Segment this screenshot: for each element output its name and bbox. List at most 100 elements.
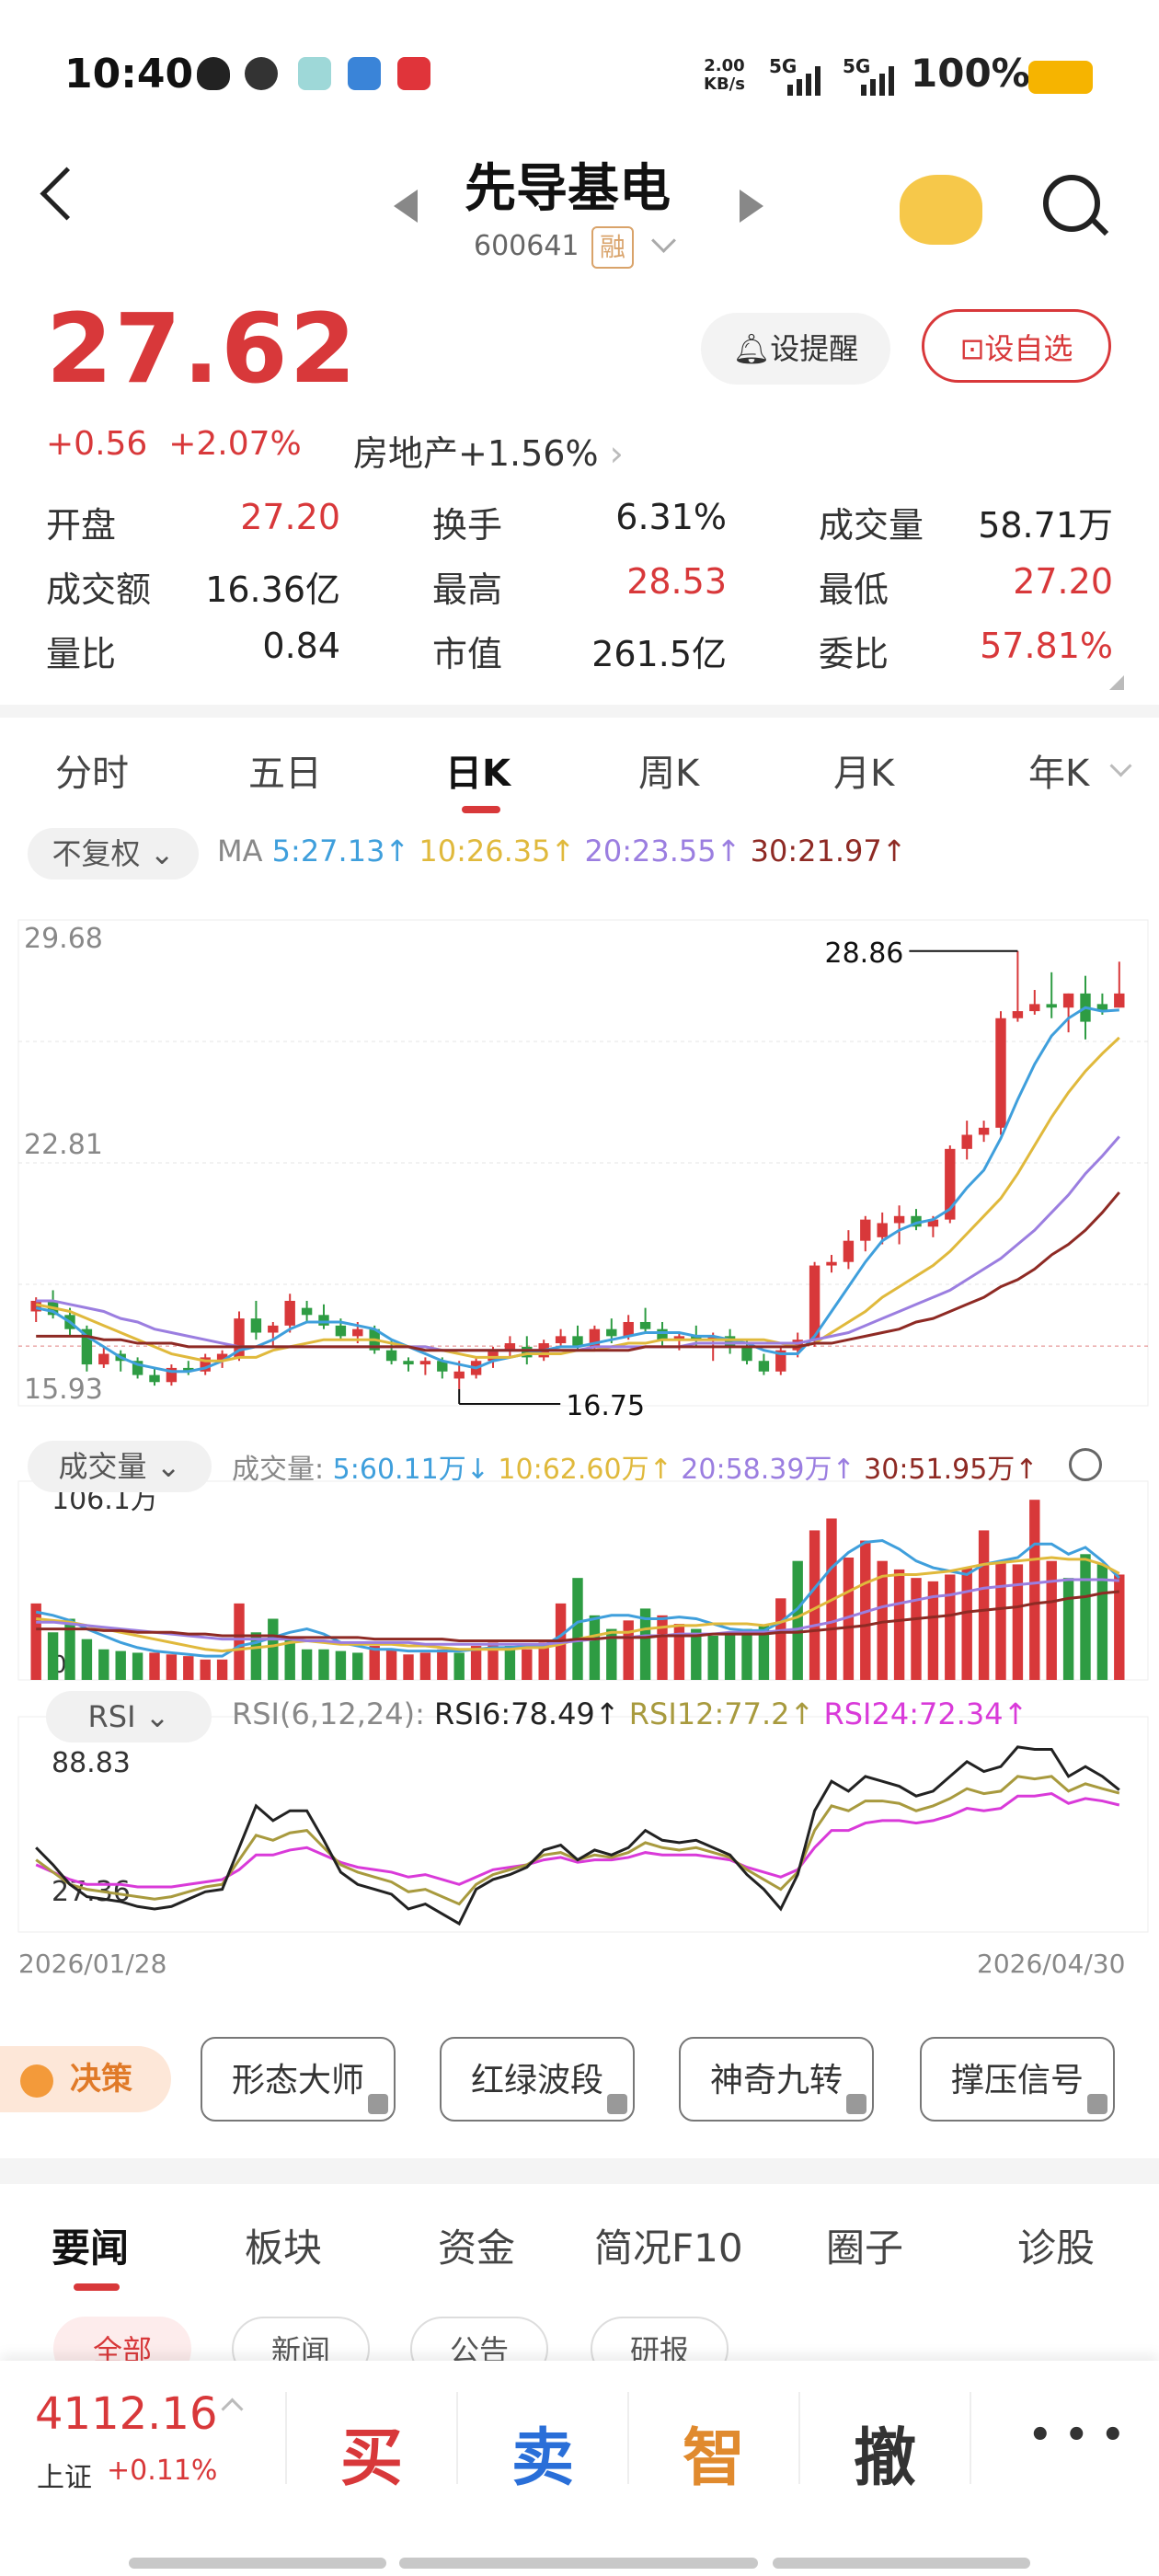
candle-body bbox=[318, 1315, 329, 1326]
volume-bar bbox=[809, 1530, 820, 1680]
volume-bar bbox=[522, 1649, 533, 1680]
vol-ma5: 5:60.11万↓ bbox=[332, 1454, 489, 1486]
news-tab[interactable]: 资金 bbox=[438, 2217, 515, 2273]
divider bbox=[627, 2392, 629, 2484]
news-tab[interactable]: 诊股 bbox=[1017, 2217, 1095, 2273]
volume-bar bbox=[234, 1603, 245, 1680]
more-button[interactable]: • • • bbox=[1028, 2414, 1125, 2456]
set-alert-button[interactable]: 🔔︎设提醒 bbox=[701, 313, 890, 385]
ma5-line bbox=[35, 1006, 1119, 1374]
period-tab[interactable]: 年K bbox=[1028, 743, 1089, 797]
sector-link[interactable]: 房地产+1.56% › bbox=[353, 425, 624, 476]
stat-value: 27.20 bbox=[240, 497, 340, 537]
volume-bar bbox=[1062, 1578, 1074, 1680]
volume-bar bbox=[707, 1635, 718, 1680]
volume-bar bbox=[216, 1659, 228, 1680]
rsi-selector[interactable]: RSI ⌄ bbox=[46, 1691, 212, 1742]
lock-icon bbox=[1087, 2094, 1107, 2114]
add-watchlist-button[interactable]: ⊡设自选 bbox=[922, 309, 1111, 383]
active-news-tab-indicator bbox=[74, 2283, 120, 2291]
news-tab[interactable]: 板块 bbox=[245, 2217, 322, 2273]
volume-bar bbox=[657, 1615, 668, 1680]
chip-magic-nine[interactable]: 神奇九转 bbox=[679, 2037, 874, 2122]
volume-bar bbox=[741, 1628, 752, 1680]
back-arrow-icon[interactable] bbox=[40, 167, 94, 221]
chip-support-resistance[interactable]: 撑压信号 bbox=[920, 2037, 1115, 2122]
signal-icon-1 bbox=[787, 66, 820, 96]
rsi24-line bbox=[35, 1792, 1120, 1889]
candle-body bbox=[385, 1350, 397, 1362]
period-tab[interactable]: 日K bbox=[445, 743, 511, 797]
volume-selector-label: 成交量 bbox=[58, 1449, 147, 1484]
lock-icon bbox=[846, 2094, 866, 2114]
volume-selector[interactable]: 成交量 ⌄ bbox=[28, 1441, 212, 1492]
period-tab[interactable]: 周K bbox=[638, 743, 699, 797]
index-value[interactable]: 4112.16 bbox=[35, 2388, 218, 2440]
status-time: 10:40 bbox=[64, 51, 194, 98]
chevron-down-icon[interactable] bbox=[1109, 754, 1132, 777]
vol-ma20: 20:58.39万↑ bbox=[681, 1454, 855, 1486]
candle-body bbox=[403, 1361, 414, 1365]
watchlist-icon: ⊡ bbox=[959, 331, 985, 366]
candle-body bbox=[877, 1223, 888, 1237]
sell-button[interactable]: 卖 bbox=[511, 2407, 574, 2498]
stat-label: 成交量 bbox=[819, 505, 924, 546]
news-tab[interactable]: 简况F10 bbox=[594, 2217, 743, 2273]
red-app-icon bbox=[397, 57, 430, 90]
adjust-selector[interactable]: 不复权 ⌄ bbox=[28, 828, 199, 880]
low-price-label: 16.75 bbox=[566, 1390, 645, 1422]
stat-value: 261.5亿 bbox=[591, 634, 727, 674]
volume-bar bbox=[284, 1639, 295, 1680]
candle-body bbox=[284, 1300, 295, 1326]
period-tab[interactable]: 五日 bbox=[248, 743, 322, 797]
volume-bar bbox=[893, 1569, 905, 1680]
battery-icon bbox=[1028, 61, 1093, 94]
chip-label: 红绿波段 bbox=[470, 2062, 603, 2099]
volume-bar bbox=[453, 1652, 465, 1680]
search-icon[interactable] bbox=[1043, 175, 1100, 232]
mascot-icon[interactable] bbox=[900, 175, 982, 245]
candle-body bbox=[1029, 1004, 1040, 1012]
candle-body bbox=[453, 1371, 465, 1379]
volume-bar bbox=[1029, 1500, 1040, 1680]
candle-body bbox=[639, 1321, 651, 1329]
sector-label: 房地产+1.56% bbox=[353, 433, 599, 474]
vol-ma30: 30:51.95万↑ bbox=[864, 1454, 1039, 1486]
smart-button[interactable]: 智 bbox=[683, 2407, 745, 2498]
chevron-down-icon[interactable] bbox=[651, 228, 676, 253]
volume-bar bbox=[961, 1568, 972, 1680]
period-tab[interactable]: 分时 bbox=[55, 743, 129, 797]
candle-body bbox=[335, 1325, 347, 1337]
chip-pattern-master[interactable]: 形态大师 bbox=[201, 2037, 396, 2122]
settings-icon[interactable] bbox=[1069, 1448, 1102, 1481]
candle-body bbox=[250, 1318, 262, 1333]
active-tab-indicator bbox=[462, 806, 500, 813]
volume-bar bbox=[268, 1618, 279, 1680]
expand-corner-icon[interactable] bbox=[1109, 675, 1124, 690]
signal-icon-2 bbox=[861, 66, 894, 96]
vol-ma10: 10:62.60万↑ bbox=[498, 1454, 672, 1486]
volume-bar bbox=[166, 1654, 178, 1680]
net-speed: 2.00 KB/s bbox=[704, 56, 745, 94]
candle-body bbox=[352, 1328, 363, 1337]
candle-body bbox=[1046, 1004, 1057, 1008]
next-stock-icon[interactable] bbox=[740, 190, 763, 223]
volume-bar bbox=[149, 1652, 160, 1680]
news-tab[interactable]: 圈子 bbox=[826, 2217, 903, 2273]
nav-gesture-bar bbox=[773, 2558, 1030, 2569]
period-tab[interactable]: 月K bbox=[833, 743, 894, 797]
buy-button[interactable]: 买 bbox=[340, 2407, 403, 2498]
ma10-value: 10:26.35↑ bbox=[419, 834, 576, 868]
volume-bar bbox=[385, 1649, 397, 1680]
volume-bar bbox=[911, 1578, 922, 1680]
date-start: 2026/01/28 bbox=[18, 1949, 167, 1979]
rsi12-line bbox=[35, 1775, 1120, 1906]
news-tab[interactable]: 要闻 bbox=[52, 2217, 129, 2273]
kline-chart[interactable]: 29.6822.8115.9328.8616.75106.1万088.8327.… bbox=[0, 883, 1159, 1941]
cancel-order-button[interactable]: 撤 bbox=[854, 2407, 916, 2498]
chip-label: 撑压信号 bbox=[950, 2062, 1084, 2099]
prev-stock-icon[interactable] bbox=[394, 190, 418, 223]
chip-red-green-band[interactable]: 红绿波段 bbox=[440, 2037, 635, 2122]
ma5-value: 5:27.13↑ bbox=[271, 834, 410, 868]
add-watchlist-label: 设自选 bbox=[984, 331, 1073, 366]
